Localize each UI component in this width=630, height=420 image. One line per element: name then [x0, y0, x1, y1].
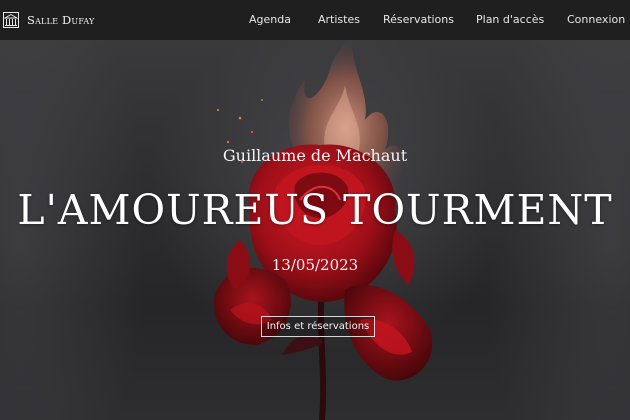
nav-item-connexion[interactable]: Connexion	[567, 13, 625, 26]
infos-reservations-button[interactable]: Infos et réservations	[261, 316, 375, 337]
nav-item-artistes[interactable]: Artistes	[318, 13, 360, 26]
concert-title: L'AMOUREUS TOURMENT	[17, 186, 613, 234]
composer-name: Guillaume de Machaut	[222, 146, 408, 165]
nav-item-agenda[interactable]: Agenda	[249, 13, 291, 26]
nav-menu: Agenda Artistes Réservations Plan d'accè…	[0, 0, 630, 40]
nav-item-plan-acces[interactable]: Plan d'accès	[476, 13, 544, 26]
top-navbar: Salle Dufay Agenda Artistes Réservations…	[0, 0, 630, 40]
nav-item-reservations[interactable]: Réservations	[383, 13, 454, 26]
concert-date: 13/05/2023	[271, 256, 359, 274]
hero-banner: Guillaume de Machaut L'AMOUREUS TOURMENT…	[0, 40, 630, 420]
